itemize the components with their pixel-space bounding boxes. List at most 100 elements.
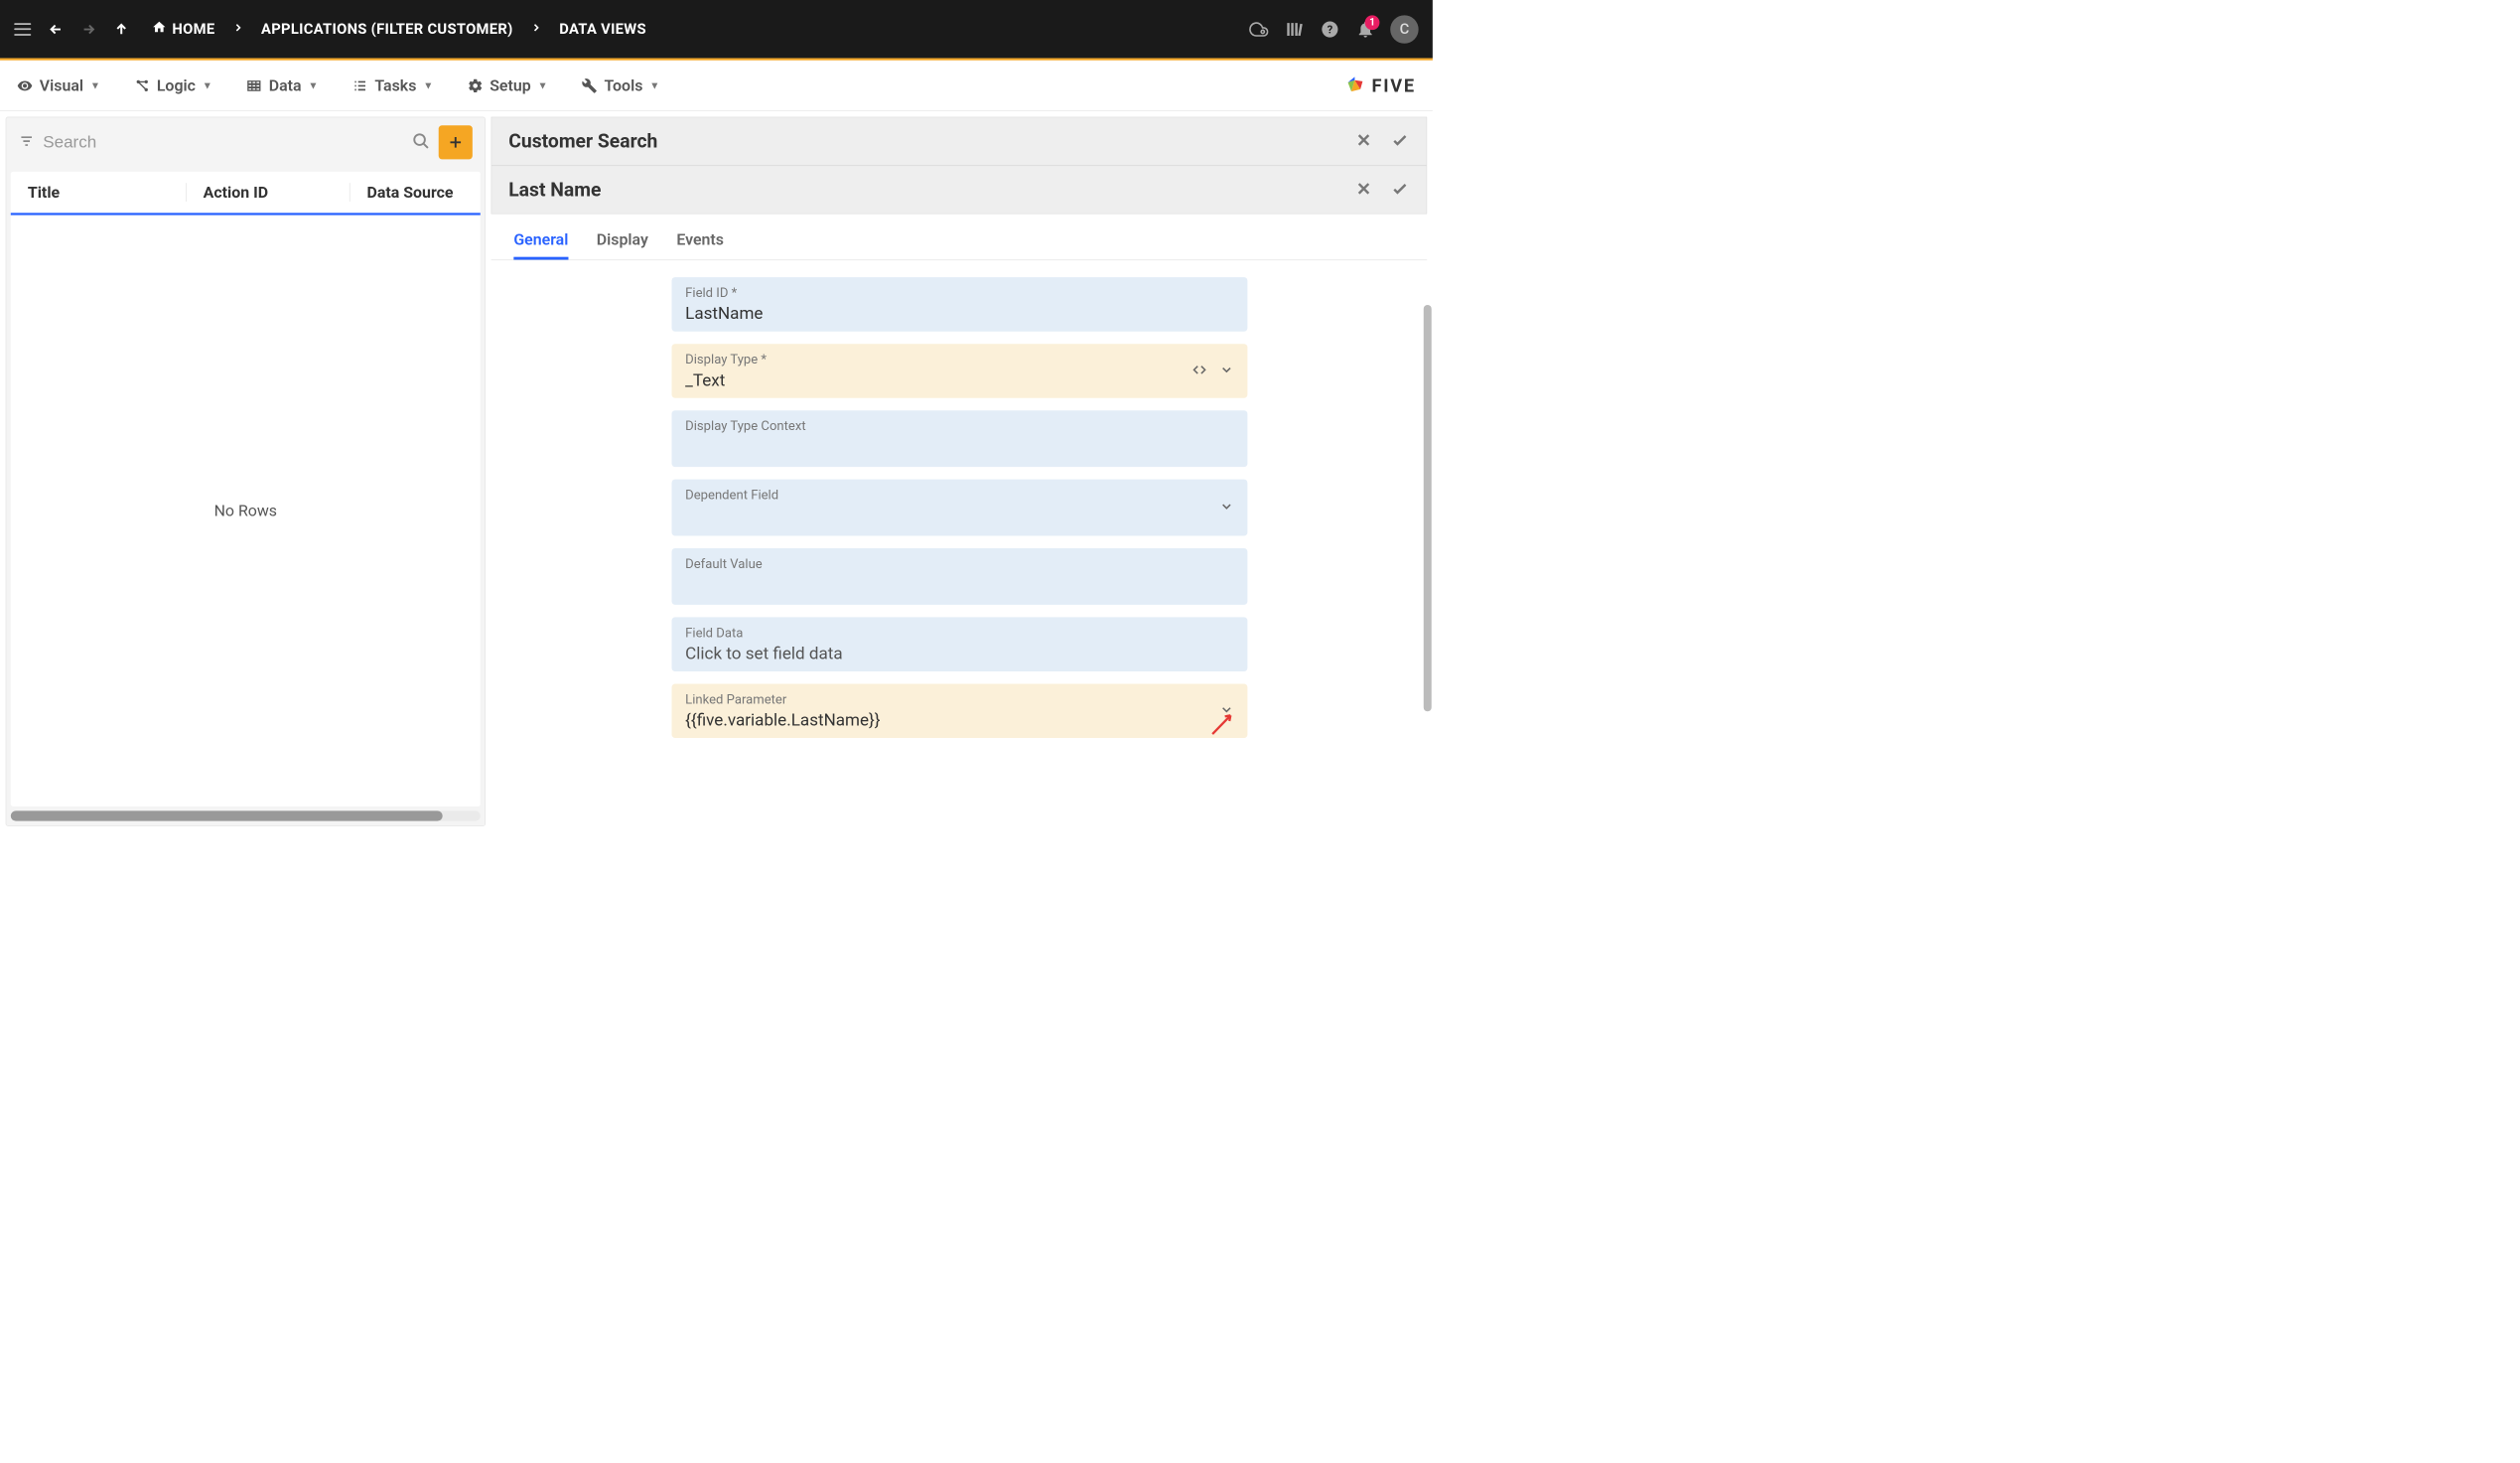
field-id[interactable]: Field ID * LastName	[672, 277, 1248, 332]
search-input[interactable]	[43, 133, 403, 152]
svg-text:?: ?	[1328, 23, 1333, 36]
notification-badge: 1	[1365, 15, 1380, 30]
hamburger-icon[interactable]	[14, 23, 31, 36]
chevron-right-icon	[530, 21, 543, 37]
avatar[interactable]: C	[1390, 15, 1418, 43]
breadcrumb-dataviews[interactable]: DATA VIEWS	[559, 21, 646, 38]
scrollbar-thumb[interactable]	[11, 810, 443, 820]
menu-tasks[interactable]: Tasks ▼	[352, 76, 434, 95]
section-header-1: Customer Search	[491, 117, 1428, 166]
close-icon[interactable]	[1354, 179, 1373, 201]
menu-label: Setup	[490, 76, 530, 95]
cloud-icon[interactable]	[1248, 18, 1270, 40]
menu-logic[interactable]: Logic ▼	[134, 76, 212, 95]
close-icon[interactable]	[1354, 130, 1373, 152]
form-area: Field ID * LastName Display Type * _Text…	[491, 260, 1428, 826]
check-icon[interactable]	[1390, 130, 1409, 152]
field-label: Display Type *	[685, 352, 1234, 366]
bell-icon[interactable]: 1	[1354, 18, 1376, 40]
search-row	[6, 117, 485, 167]
breadcrumb: HOME APPLICATIONS (FILTER CUSTOMER) DATA…	[152, 20, 646, 39]
menubar: Visual ▼ Logic ▼ Data ▼ Tasks ▼ Setup ▼ …	[0, 61, 1433, 111]
chevron-right-icon	[231, 21, 244, 37]
chevron-down-icon[interactable]	[1219, 363, 1234, 379]
linked-parameter[interactable]: Linked Parameter {{five.variable.LastNam…	[672, 683, 1248, 738]
field-value: Click to set field data	[685, 644, 1234, 663]
field-value: LastName	[685, 304, 1234, 324]
column-action-id[interactable]: Action ID	[186, 183, 350, 202]
caret-down-icon: ▼	[203, 79, 212, 91]
avatar-initial: C	[1400, 21, 1410, 38]
column-data-source[interactable]: Data Source	[350, 183, 464, 202]
search-icon[interactable]	[412, 132, 430, 152]
breadcrumb-label: APPLICATIONS (FILTER CUSTOMER)	[261, 21, 513, 38]
breadcrumb-label: HOME	[172, 21, 214, 38]
column-title[interactable]: Title	[28, 183, 186, 202]
tabs: General Display Events	[491, 214, 1428, 260]
field-label: Dependent Field	[685, 488, 1234, 503]
tab-events[interactable]: Events	[676, 222, 724, 260]
topbar-right: ? 1 C	[1248, 15, 1419, 43]
display-type-context[interactable]: Display Type Context	[672, 410, 1248, 467]
add-button[interactable]	[439, 125, 473, 159]
menu-label: Data	[269, 76, 302, 95]
code-icon[interactable]	[1192, 363, 1207, 379]
main: Title Action ID Data Source No Rows Cust…	[0, 111, 1433, 831]
field-label: Display Type Context	[685, 418, 1234, 433]
section-header-2: Last Name	[491, 166, 1428, 215]
field-label: Linked Parameter	[685, 691, 1234, 706]
dependent-field[interactable]: Dependent Field	[672, 480, 1248, 536]
check-icon[interactable]	[1390, 179, 1409, 201]
menu-tools[interactable]: Tools ▼	[582, 76, 660, 95]
breadcrumb-applications[interactable]: APPLICATIONS (FILTER CUSTOMER)	[261, 21, 513, 38]
brand-logo-icon	[1343, 74, 1366, 97]
menu-setup[interactable]: Setup ▼	[467, 76, 547, 95]
back-icon[interactable]	[48, 21, 64, 37]
section-title: Last Name	[508, 179, 1354, 202]
left-panel: Title Action ID Data Source No Rows	[6, 117, 486, 826]
tab-general[interactable]: General	[513, 222, 568, 260]
list-table: Title Action ID Data Source No Rows	[11, 172, 481, 806]
list-header: Title Action ID Data Source	[11, 172, 481, 216]
chevron-down-icon[interactable]	[1219, 500, 1234, 516]
breadcrumb-home[interactable]: HOME	[152, 20, 214, 39]
field-value: {{five.variable.LastName}}	[685, 710, 1234, 730]
field-data[interactable]: Field Data Click to set field data	[672, 617, 1248, 671]
filter-icon[interactable]	[19, 133, 35, 151]
breadcrumb-label: DATA VIEWS	[559, 21, 646, 38]
no-rows-message: No Rows	[11, 216, 481, 806]
brand-label: FIVE	[1372, 74, 1416, 96]
default-value[interactable]: Default Value	[672, 548, 1248, 605]
field-label: Field ID *	[685, 285, 1234, 300]
vertical-scrollbar[interactable]	[1424, 305, 1432, 711]
help-icon[interactable]: ?	[1320, 18, 1341, 40]
menu-label: Visual	[40, 76, 83, 95]
menu-label: Tasks	[374, 76, 416, 95]
section-title: Customer Search	[508, 130, 1354, 153]
caret-down-icon: ▼	[649, 79, 659, 91]
right-panel: Customer Search Last Name	[491, 117, 1428, 826]
field-label: Default Value	[685, 556, 1234, 571]
menu-data[interactable]: Data ▼	[246, 76, 319, 95]
menu-label: Tools	[604, 76, 642, 95]
topbar-left: HOME APPLICATIONS (FILTER CUSTOMER) DATA…	[14, 20, 1248, 39]
display-type[interactable]: Display Type * _Text	[672, 344, 1248, 398]
chevron-down-icon[interactable]	[1219, 702, 1234, 719]
home-icon	[152, 20, 167, 39]
top-bar: HOME APPLICATIONS (FILTER CUSTOMER) DATA…	[0, 0, 1433, 59]
library-icon[interactable]	[1284, 18, 1306, 40]
field-value: _Text	[685, 370, 1234, 390]
forward-icon	[80, 21, 96, 37]
caret-down-icon: ▼	[423, 79, 433, 91]
caret-down-icon: ▼	[90, 79, 100, 91]
header-actions	[1354, 130, 1410, 152]
horizontal-scrollbar[interactable]	[11, 810, 481, 820]
header-actions	[1354, 179, 1410, 201]
menu-label: Logic	[157, 76, 196, 95]
tab-display[interactable]: Display	[597, 222, 648, 260]
brand: FIVE	[1343, 74, 1416, 97]
caret-down-icon: ▼	[308, 79, 318, 91]
caret-down-icon: ▼	[537, 79, 547, 91]
menu-visual[interactable]: Visual ▼	[17, 76, 100, 95]
up-icon[interactable]	[113, 21, 129, 37]
